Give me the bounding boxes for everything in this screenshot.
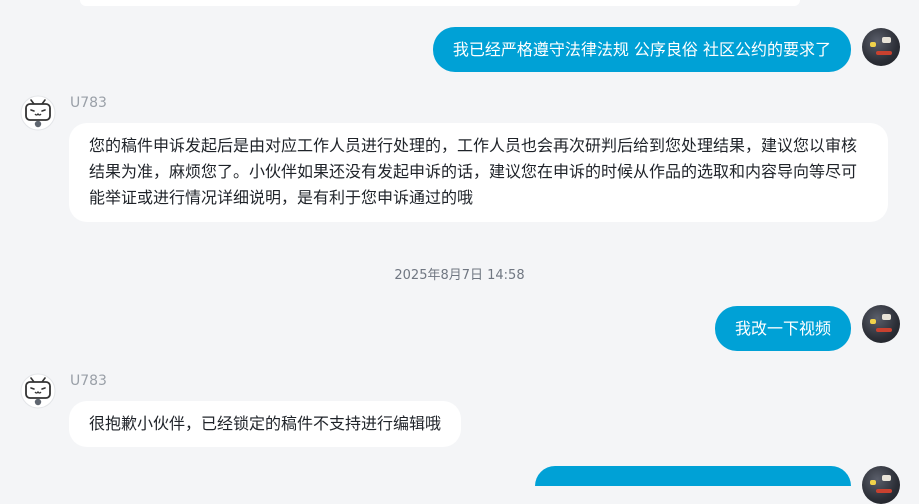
outgoing-message-bubble-partial[interactable] [535,466,851,486]
incoming-message-bubble[interactable]: 您的稿件申诉发起后是由对应工作人员进行处理的，工作人员也会再次研判后给到您处理结… [69,123,888,222]
sender-name: U783 [70,95,107,111]
sender-name: U783 [70,373,107,389]
chat-area: 我已经严格遵守法律法规 公序良俗 社区公约的要求了 U783 您的稿件申诉发起后… [0,0,919,504]
user-avatar[interactable] [862,28,900,66]
bot-avatar-icon[interactable] [20,95,56,131]
outgoing-message-bubble[interactable]: 我已经严格遵守法律法规 公序良俗 社区公约的要求了 [432,27,851,72]
previous-message-edge [80,0,800,6]
incoming-message-bubble[interactable]: 很抱歉小伙伴，已经锁定的稿件不支持进行编辑哦 [69,401,462,447]
outgoing-message-bubble[interactable]: 我改一下视频 [714,306,851,351]
bot-avatar-icon[interactable] [20,373,56,409]
message-timestamp: 2025年8月7日 14:58 [394,268,525,283]
user-avatar[interactable] [862,305,900,343]
